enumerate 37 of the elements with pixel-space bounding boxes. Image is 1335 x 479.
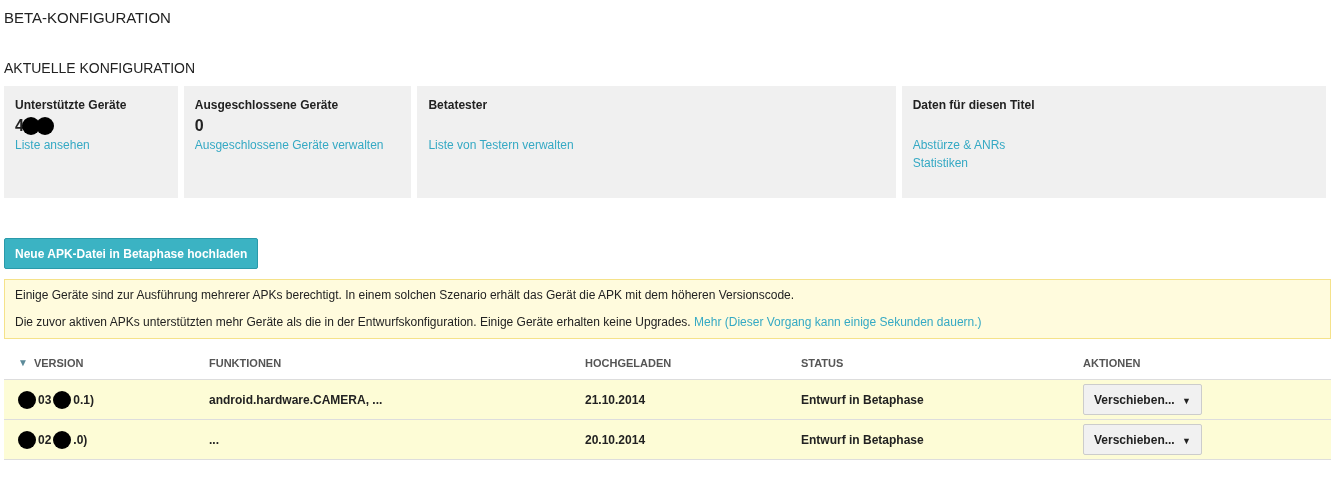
page-title: BETA-KONFIGURATION xyxy=(4,8,172,28)
card-title: Unterstützte Geräte xyxy=(15,98,128,112)
column-header[interactable]: VERSION xyxy=(33,356,84,369)
version-text: 0.1) xyxy=(73,392,95,407)
column-header: AKTIONEN xyxy=(1083,356,1141,369)
version-text: 03 xyxy=(38,392,52,407)
column-header: STATUS xyxy=(801,356,844,369)
table-cell: 20.10.2014 xyxy=(585,432,646,447)
card-title: Daten für diesen Titel xyxy=(912,98,1036,112)
card-link[interactable]: Liste ansehen xyxy=(15,136,167,154)
table-cell: ... xyxy=(209,432,219,447)
card-value: 4 xyxy=(15,117,24,135)
column-header: HOCHGELADEN xyxy=(585,356,672,369)
table-cell: 21.10.2014 xyxy=(585,392,646,407)
table-cell: Entwurf in Betaphase xyxy=(801,392,924,407)
upload-button[interactable]: Neue APK-Datei in Betaphase hochladen xyxy=(4,238,259,269)
card-link[interactable]: Liste von Testern verwalten xyxy=(428,136,885,154)
move-dropdown[interactable]: Verschieben... ▼ xyxy=(1083,384,1202,415)
card-link[interactable]: Ausgeschlossene Geräte verwalten xyxy=(194,136,401,154)
notice-text: Die zuvor aktiven APKs unterstützten mehr Geräte als die in der Entwurfskonfiguration. Einige Geräte erhalten keine Upgrades. Mehr (Dieser Vorgang kann einige Sekunden dauern.) xyxy=(15,314,983,331)
card-title: Betatester xyxy=(428,98,489,112)
table-cell: Entwurf in Betaphase xyxy=(801,432,924,447)
move-dropdown[interactable]: Verschieben... ▼ xyxy=(1083,424,1202,455)
sort-arrow-icon[interactable]: ▼ xyxy=(18,357,28,368)
table-cell: android.hardware.CAMERA, ... xyxy=(209,392,383,407)
more-link[interactable]: Mehr (Dieser Vorgang kann einige Sekunden dauern.) xyxy=(694,315,982,329)
version-text: .0) xyxy=(73,432,88,447)
card-title: Ausgeschlossene Geräte xyxy=(194,98,340,112)
caret-icon: ▼ xyxy=(1182,435,1191,446)
card-value: 0 xyxy=(194,117,204,135)
section-title: AKTUELLE KONFIGURATION xyxy=(4,59,197,78)
version-text: 02 xyxy=(38,432,52,447)
card-link[interactable]: Abstürze & ANRs xyxy=(912,136,1315,154)
column-header: FUNKTIONEN xyxy=(209,356,282,369)
card-link[interactable]: Statistiken xyxy=(912,154,1315,172)
caret-icon: ▼ xyxy=(1182,395,1191,406)
notice-text: Einige Geräte sind zur Ausführung mehrerer APKs berechtigt. In einem solchen Szenario erhält das Gerät die APK mit dem höheren Versionscode. xyxy=(15,287,796,304)
